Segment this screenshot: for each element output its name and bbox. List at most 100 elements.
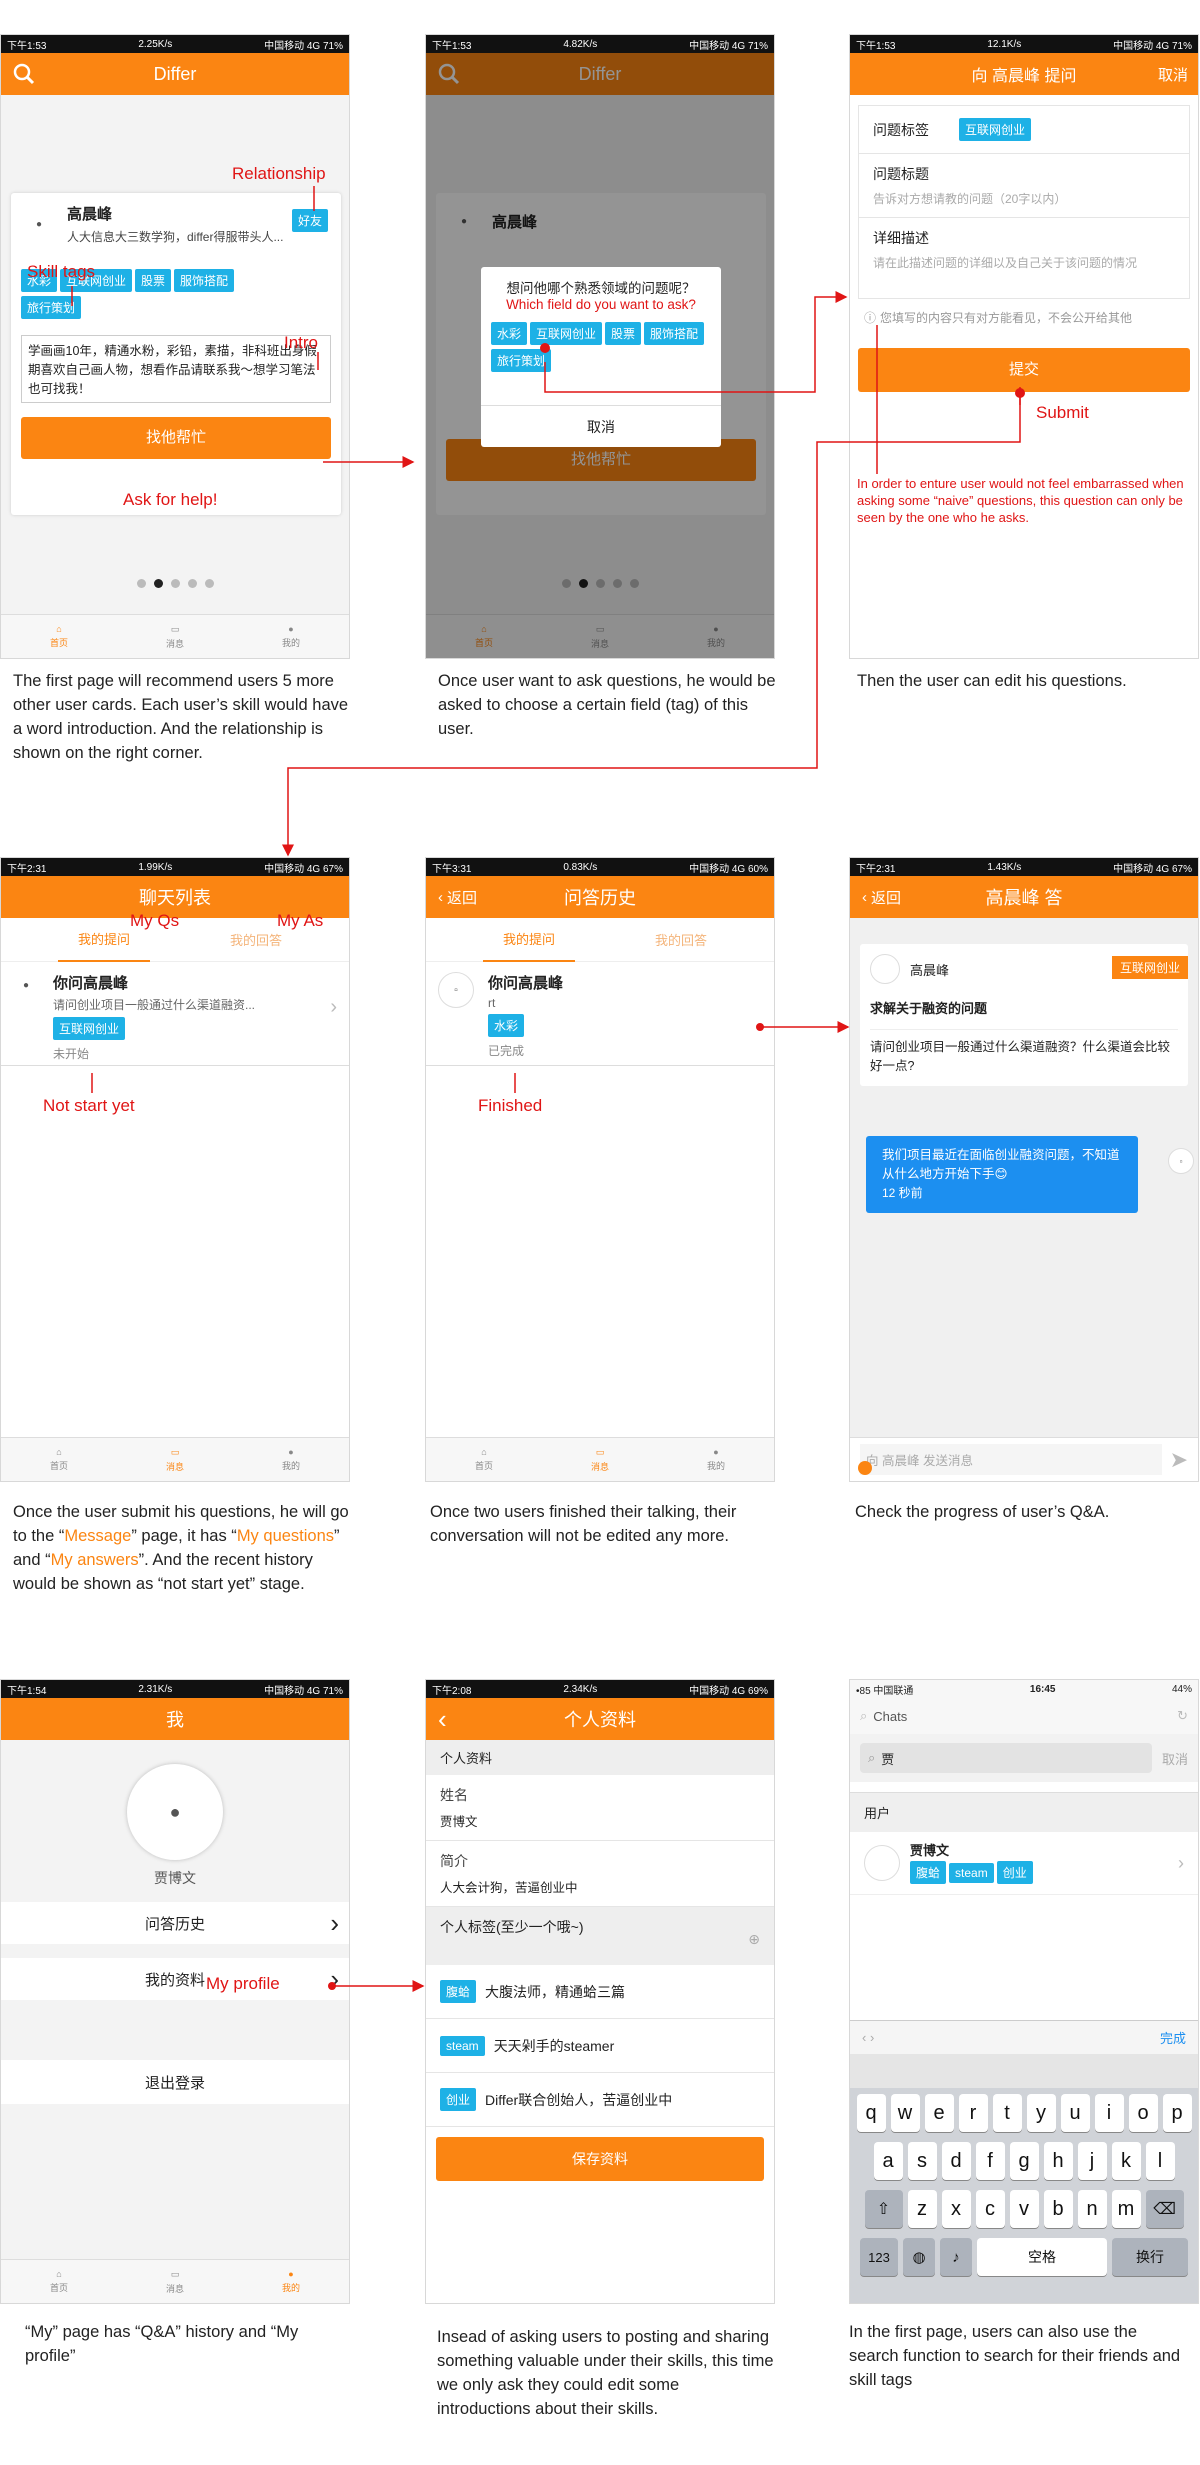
profile-tag: 创业 — [440, 2088, 477, 2111]
chevron-left-icon[interactable]: ‹ — [438, 1704, 447, 1735]
space-key[interactable]: 空格 — [977, 2238, 1107, 2276]
key[interactable]: u — [1060, 2094, 1090, 2132]
tab-messages[interactable]: ▭ 消息 — [117, 615, 233, 658]
key[interactable]: m — [1111, 2190, 1141, 2228]
search-input[interactable]: ⌕ 贾 — [860, 1743, 1152, 1773]
tab-messages[interactable]: ▭ 消息 — [117, 1438, 233, 1481]
done-button[interactable]: 完成 — [1160, 2028, 1186, 2047]
tab-my-questions[interactable]: 我的提问 — [482, 917, 575, 962]
key[interactable]: j — [1077, 2142, 1107, 2180]
tab-messages[interactable]: ▭ 消息 — [117, 2260, 233, 2303]
send-icon[interactable]: ➤ — [1170, 1447, 1188, 1473]
cancel-button[interactable]: 取消 — [1162, 1749, 1188, 1768]
name-field[interactable]: 姓名 贾博文 — [426, 1775, 774, 1841]
skill-tag[interactable]: 旅行策划 — [21, 296, 82, 319]
skill-tag[interactable]: 股票 — [135, 269, 172, 292]
chat-list-item[interactable]: ▫ 你问高晨峰 rt 水彩 已完成 — [426, 962, 774, 1066]
profile-tag-row[interactable]: steam 天天剁手的steamer — [426, 2019, 774, 2073]
key[interactable]: f — [975, 2142, 1005, 2180]
tab-me[interactable]: ● 我的 — [658, 1438, 774, 1481]
microphone-icon[interactable]: ♪ — [940, 2238, 972, 2276]
enter-key[interactable]: 换行 — [1112, 2238, 1188, 2276]
key[interactable]: p — [1162, 2094, 1192, 2132]
key[interactable]: r — [958, 2094, 988, 2132]
key[interactable]: g — [1009, 2142, 1039, 2180]
tab-home[interactable]: ⌂ 首页 — [1, 1438, 117, 1481]
key[interactable]: a — [873, 2142, 903, 2180]
profile-tag-text: 大腹法师，精通蛤三篇 — [485, 1983, 626, 2000]
delete-key-icon[interactable]: ⌫ — [1145, 2190, 1184, 2228]
submit-button[interactable]: 提交 — [858, 348, 1190, 392]
tag-option[interactable]: 互联网创业 — [530, 322, 603, 345]
key[interactable]: n — [1077, 2190, 1107, 2228]
title-input[interactable]: 告诉对方想请教的问题（20字以内） — [873, 190, 1175, 207]
chat-list-item[interactable]: ● 你问高晨峰 请问创业项目一般通过什么渠道融资... 互联网创业 未开始 › — [1, 962, 349, 1066]
tag-option[interactable]: 服饰搭配 — [644, 322, 705, 345]
key-123[interactable]: 123 — [860, 2238, 898, 2276]
tag-option[interactable]: 旅行策划 — [491, 349, 552, 372]
back-button[interactable]: ‹ 返回 — [862, 887, 901, 908]
key[interactable]: w — [890, 2094, 920, 2132]
tab-me[interactable]: ● 我的 — [233, 615, 349, 658]
key[interactable]: d — [941, 2142, 971, 2180]
keyboard-toolbar: ‹ › 完成 — [850, 2020, 1198, 2054]
tab-me[interactable]: ● 我的 — [233, 1438, 349, 1481]
globe-icon[interactable]: ◍ — [903, 2238, 935, 2276]
key[interactable]: b — [1043, 2190, 1073, 2228]
tag-option[interactable]: 股票 — [605, 322, 642, 345]
key[interactable]: k — [1111, 2142, 1141, 2180]
tab-me[interactable]: ● 我的 — [233, 2260, 349, 2303]
key[interactable]: h — [1043, 2142, 1073, 2180]
key[interactable]: v — [1009, 2190, 1039, 2228]
add-icon[interactable]: ⊕ — [748, 1931, 760, 1948]
key[interactable]: o — [1128, 2094, 1158, 2132]
refresh-icon[interactable]: ↻ — [1177, 1708, 1188, 1724]
status-battery: 44% — [1171, 1683, 1192, 1695]
search-icon[interactable] — [13, 63, 35, 85]
status-carrier: 中国移动 4G 71% — [264, 40, 343, 52]
user-result[interactable]: 贾博文 腹蛤 steam 创业 › — [850, 1832, 1198, 1895]
tab-messages[interactable]: ▭ 消息 — [542, 1438, 658, 1481]
logout-button[interactable]: 退出登录 — [1, 2060, 349, 2104]
key[interactable]: t — [992, 2094, 1022, 2132]
key[interactable]: i — [1094, 2094, 1124, 2132]
tag-option[interactable]: 水彩 — [491, 322, 528, 345]
tab-home[interactable]: ⌂ 首页 — [426, 1438, 542, 1481]
menu-profile[interactable]: 我的资料 › — [1, 1958, 349, 2000]
detail-field[interactable]: 详细描述 请在此描述问题的详细以及自己关于该问题的情况 — [859, 218, 1189, 298]
user-card[interactable]: ● 高晨峰 人大信息大三数学狗，differ得服带头人... 好友 水彩 互联网创… — [11, 193, 341, 515]
app-header: Differ — [1, 53, 349, 95]
tab-home[interactable]: ⌂ 首页 — [1, 2260, 117, 2303]
key[interactable]: q — [856, 2094, 886, 2132]
key[interactable]: l — [1145, 2142, 1175, 2180]
profile-tag: steam — [440, 2035, 485, 2056]
profile-tag-row[interactable]: 创业 Differ联合创始人，苦逼创业中 — [426, 2073, 774, 2127]
detail-input[interactable]: 请在此描述问题的详细以及自己关于该问题的情况 — [873, 254, 1175, 271]
skill-tag[interactable]: 服饰搭配 — [174, 269, 235, 292]
attach-dot-icon[interactable] — [858, 1461, 872, 1475]
ask-help-button[interactable]: 找他帮忙 — [21, 417, 331, 459]
key[interactable]: e — [924, 2094, 954, 2132]
tab-my-answers[interactable]: 我的回答 — [645, 918, 717, 961]
prev-next-icon[interactable]: ‹ › — [862, 2030, 874, 2045]
intro-field[interactable]: 简介 人大会计狗，苦逼创业中 — [426, 1841, 774, 1907]
key[interactable]: z — [907, 2190, 937, 2228]
avatar[interactable]: ● — [21, 206, 57, 242]
cancel-button[interactable]: 取消 — [1158, 64, 1188, 85]
back-button[interactable]: ‹ 返回 — [438, 887, 477, 908]
shift-key-icon[interactable]: ⇧ — [864, 2190, 903, 2228]
profile-avatar[interactable]: ● — [127, 1764, 223, 1860]
tab-label: 首页 — [474, 1461, 493, 1471]
dialog-cancel-button[interactable]: 取消 — [481, 405, 721, 447]
key[interactable]: c — [975, 2190, 1005, 2228]
title-field[interactable]: 问题标题 告诉对方想请教的问题（20字以内） — [859, 154, 1189, 218]
message-input[interactable]: 向 高晨峰 发送消息 — [860, 1444, 1162, 1475]
menu-history[interactable]: 问答历史 › — [1, 1902, 349, 1944]
status-carrier: 中国移动 4G 71% — [689, 40, 768, 52]
key[interactable]: x — [941, 2190, 971, 2228]
save-button[interactable]: 保存资料 — [436, 2137, 764, 2181]
profile-tag-row[interactable]: 腹蛤 大腹法师，精通蛤三篇 — [426, 1965, 774, 2019]
key[interactable]: s — [907, 2142, 937, 2180]
tab-home[interactable]: ⌂ 首页 — [1, 615, 117, 658]
key[interactable]: y — [1026, 2094, 1056, 2132]
